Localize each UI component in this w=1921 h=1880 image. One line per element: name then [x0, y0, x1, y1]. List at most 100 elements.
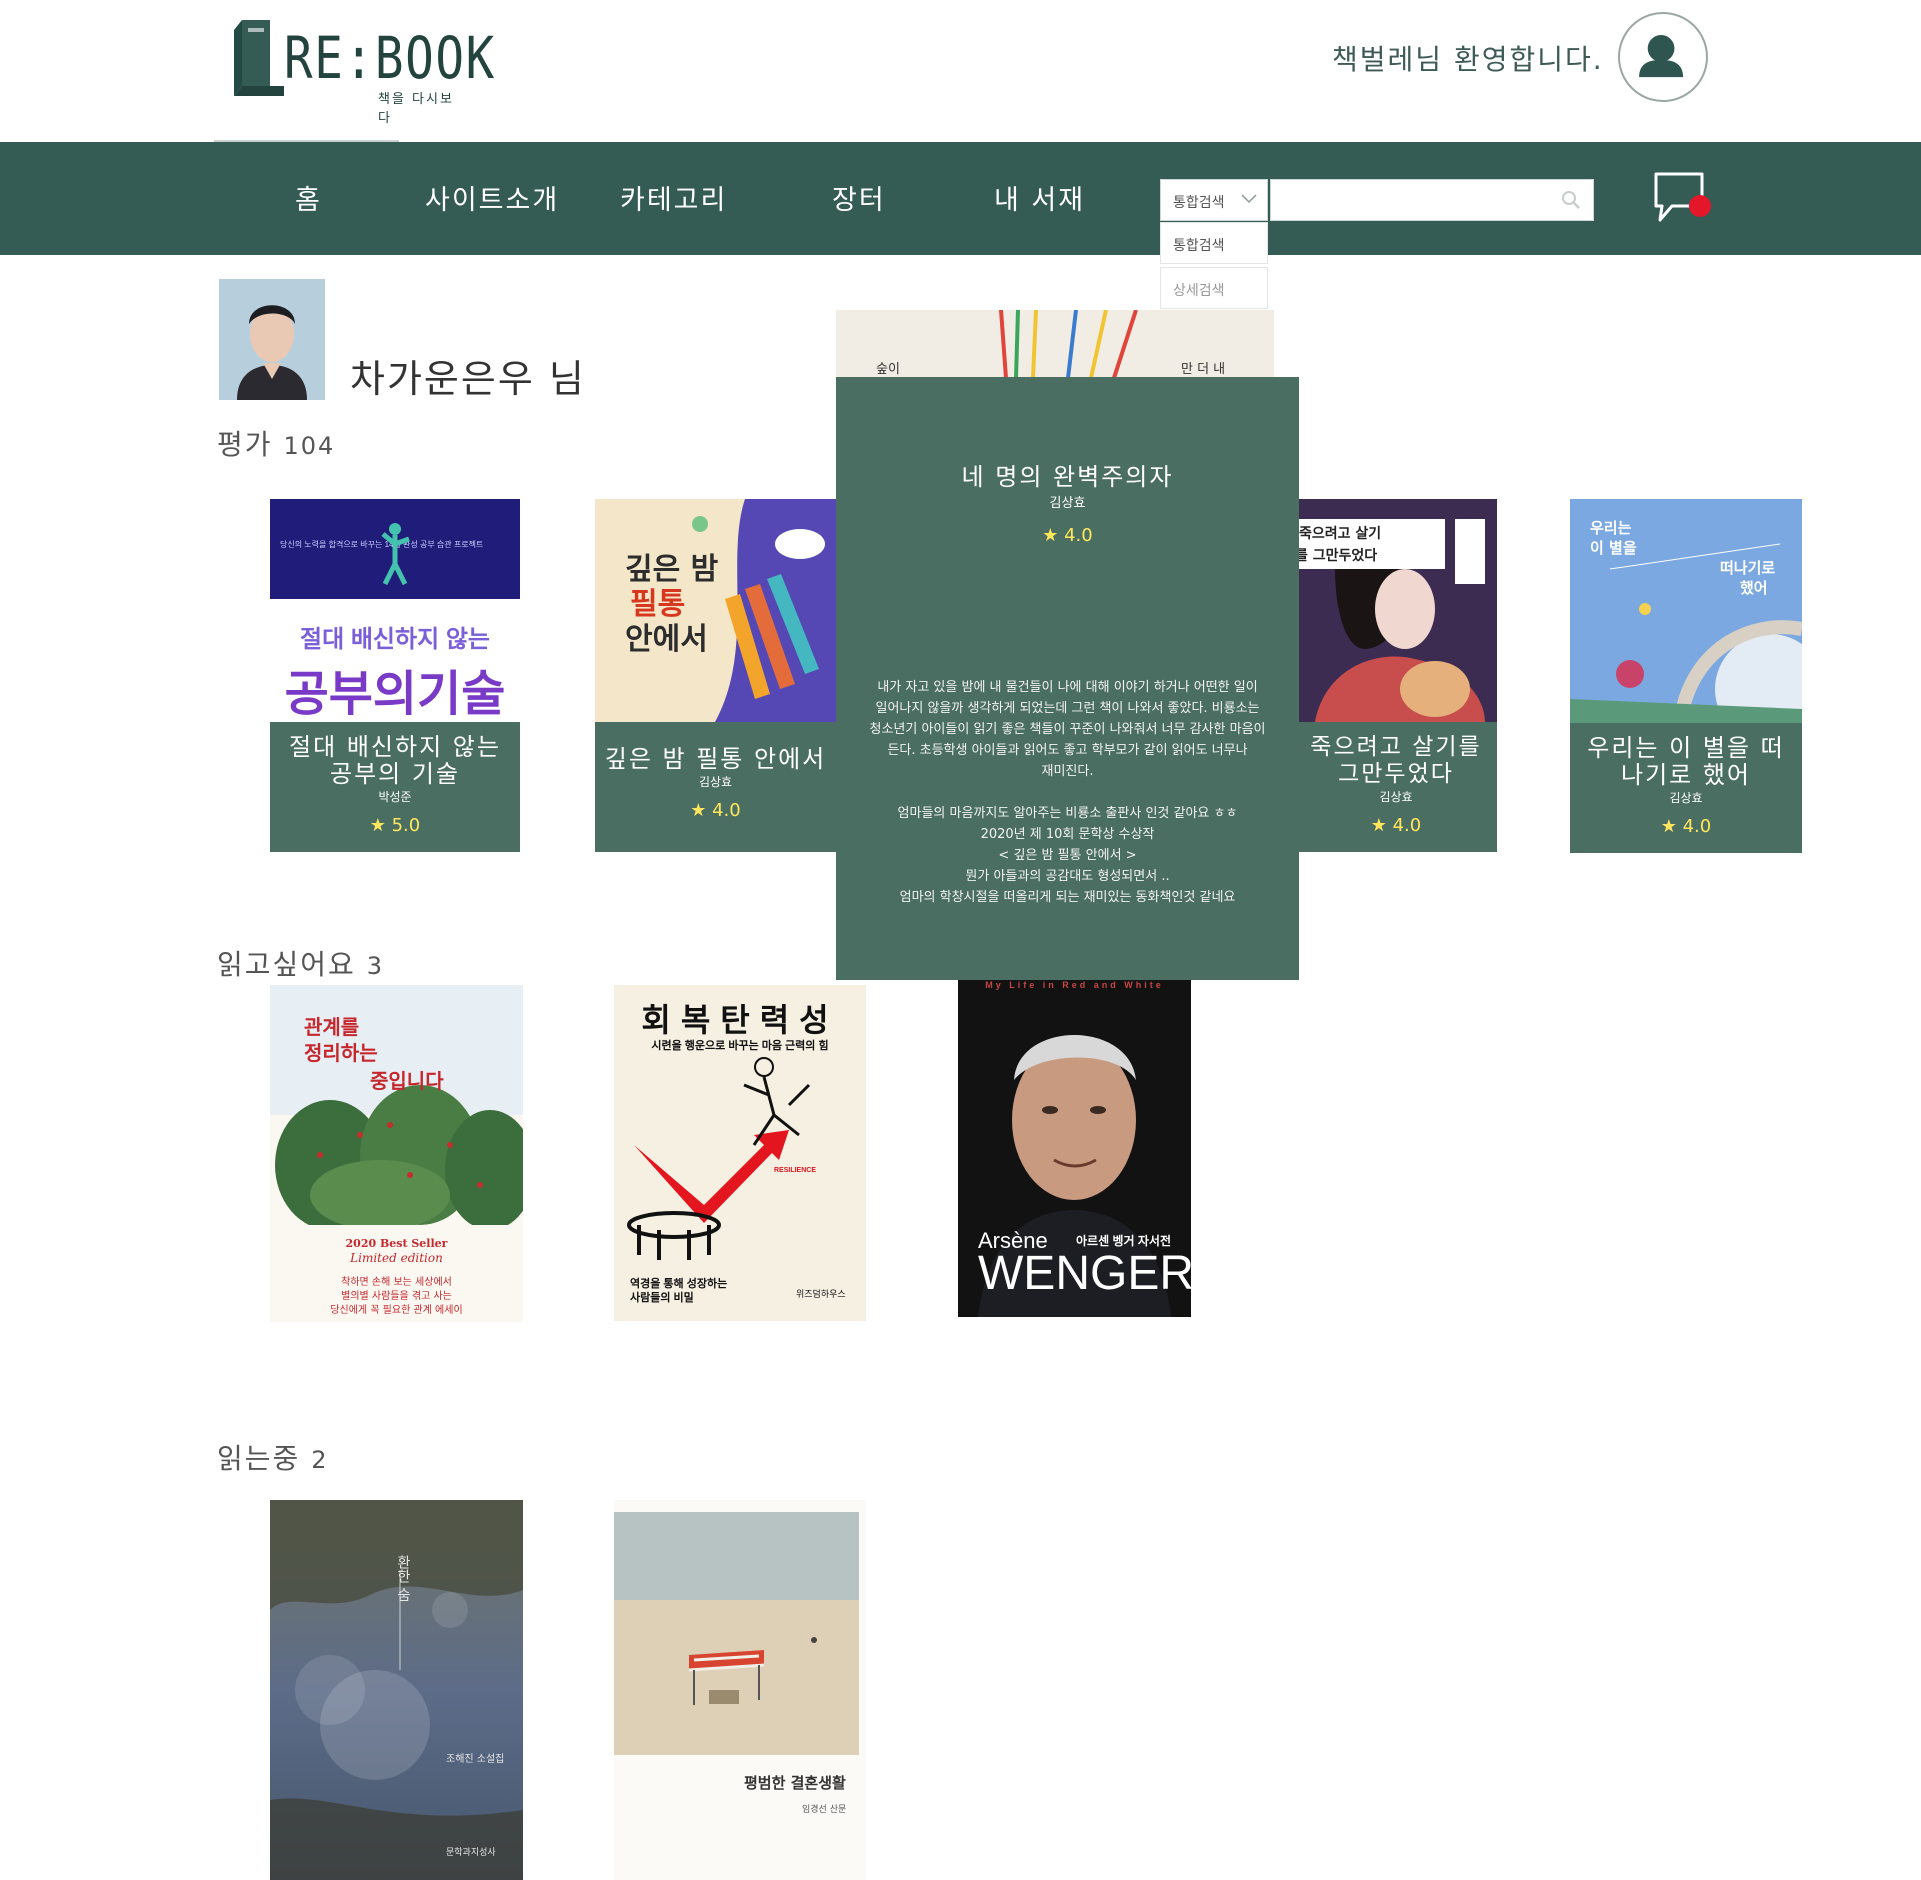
book-rating: ★ 4.0 — [1660, 816, 1712, 837]
notification-dot — [1689, 195, 1711, 217]
book-caption: 절대 배신하지 않는 공부의 기술 박성준 ★ 5.0 — [270, 722, 520, 852]
cover-title-line2: 이 별을 — [1590, 539, 1637, 557]
logo-text: RE:BOOK — [284, 24, 496, 92]
book-title: 절대 배신하지 않는 공부의 기술 — [289, 733, 501, 788]
rated-book-card[interactable]: 당신의 노력을 합격으로 바꾸는 14일 완성 공부 습관 프로젝트 절대 배신… — [270, 499, 520, 852]
user-profile-button[interactable] — [1618, 12, 1708, 102]
review-line: 뭔가 아들과의 공감대도 형성되면서 .. — [965, 869, 1170, 884]
book-rating: ★ 5.0 — [369, 815, 421, 836]
search-option-integrated[interactable]: 통합검색 — [1160, 222, 1268, 264]
rated-count: 104 — [283, 432, 336, 460]
site-logo[interactable]: RE:BOOK 책을 다시보다 — [228, 12, 494, 126]
book-hover-detail-panel[interactable]: 네 명의 완벽주의자 김상효 ★ 4.0 내가 자고 있을 밤에 내 물건들이 … — [836, 377, 1299, 980]
book-author: 김상효 — [1669, 791, 1703, 805]
cover-author: 조해진 소설집 — [446, 1754, 505, 1765]
review-line: < 깊은 밤 필통 안에서 > — [998, 848, 1137, 863]
cover-title-line3: 떠나기로 — [1720, 559, 1776, 577]
cover-title-line2: 공부의기술 — [284, 668, 506, 721]
hovered-book-cover: 숲이 만 더 내 — [836, 310, 1274, 378]
want-book-card[interactable]: 회복탄력성 시련을 행운으로 바꾸는 마음 근력의 힘 RESILIENCE 역… — [614, 985, 866, 1321]
cover-tagline: 별의별 사람들을 겪고 사는 — [341, 1291, 452, 1302]
book-cover: 죽으려고 살기 를 그만두었다 — [1295, 499, 1497, 722]
reading-book-card[interactable]: 평범한 결혼생활 임경선 산문 — [614, 1500, 866, 1880]
book-cover: 깊은 밤 필통 안에서 — [595, 499, 836, 722]
review-line: 재미진다. — [1041, 764, 1094, 779]
cover-title-line2: 를 그만두었다 — [1295, 548, 1378, 564]
book-rating: ★ 4.0 — [1370, 815, 1422, 836]
cover-bottom-line2: 사람들의 비밀 — [630, 1292, 694, 1304]
rated-book-card[interactable]: 깊은 밤 필통 안에서 깊은 밤 필통 안에서 김상효 ★ 4.0 — [595, 499, 836, 852]
book-caption: 우리는 이 별을 떠나기로 했어 김상효 ★ 4.0 — [1570, 723, 1802, 853]
review-line: 든다. 초등학생 아이들과 읽어도 좋고 학부모가 같이 읽어도 너무나 — [887, 743, 1248, 758]
cover-korean-title: 아르센 벵거 자서전 — [1076, 1234, 1171, 1248]
reading-count: 2 — [311, 1446, 329, 1474]
want-book-card[interactable]: 관계를 정리하는 중입니다 2020 Best Seller Limited e… — [270, 985, 523, 1322]
nav-my-library[interactable]: 내 서재 — [994, 178, 1085, 217]
cover-title-line1: 우리는 — [1590, 519, 1632, 537]
cover-badge-sub: Limited edition — [350, 1251, 443, 1265]
search-input[interactable] — [1271, 180, 1593, 220]
rated-book-card[interactable]: 죽으려고 살기 를 그만두었다 죽으려고 살기를 그만두었다 김상효 ★ 4.0 — [1295, 499, 1497, 852]
cover-tagline: My Life in Red and White — [985, 980, 1164, 990]
chat-bubble-icon[interactable] — [1650, 168, 1712, 230]
cover-title-line3: 안에서 — [625, 622, 708, 657]
nav-home[interactable]: 홈 — [295, 178, 322, 217]
search-type-select[interactable]: 통합검색 — [1160, 179, 1268, 221]
cover-english: RESILIENCE — [774, 1167, 817, 1174]
cover-publisher: 위즈덤하우스 — [796, 1289, 846, 1299]
cover-badge: 2020 Best Seller — [345, 1237, 448, 1250]
cover-name-last: WENGER — [978, 1247, 1191, 1300]
hover-book-rating: ★ 4.0 — [1042, 525, 1093, 546]
hover-book-title: 네 명의 완벽주의자 — [961, 463, 1174, 491]
book-title: 죽으려고 살기를 그만두었다 — [1310, 734, 1482, 787]
nav-market[interactable]: 장터 — [832, 178, 886, 217]
cover-title-line1: 절대 배신하지 않는 — [300, 626, 490, 653]
cover-tagline: 착하면 손해 보는 세상에서 — [341, 1277, 452, 1288]
cover-title: 평범한 결혼생활 — [744, 1774, 846, 1792]
main-nav-bar — [0, 142, 1921, 255]
reading-label: 읽는중 — [217, 1442, 301, 1475]
review-line — [846, 782, 1289, 803]
want-count: 3 — [366, 952, 384, 980]
want-section-title: 읽고싶어요 3 — [217, 943, 384, 983]
rated-book-card[interactable]: 우리는 이 별을 떠나기로 했어 우리는 이 별을 떠나기로 했어 김상효 ★ … — [1570, 499, 1802, 853]
cover-tagline: 당신에게 꼭 필요한 관계 에세이 — [330, 1305, 463, 1316]
book-caption: 깊은 밤 필통 안에서 김상효 ★ 4.0 — [595, 722, 836, 852]
search-box — [1270, 179, 1594, 221]
cover-title-line1: 관계를 — [304, 1015, 360, 1039]
cover-text-left: 숲이 — [876, 362, 900, 377]
book-cover: 당신의 노력을 합격으로 바꾸는 14일 완성 공부 습관 프로젝트 절대 배신… — [270, 499, 520, 722]
cover-title-line4: 했어 — [1740, 579, 1768, 597]
search-icon[interactable] — [1560, 189, 1582, 211]
cover-text-right: 만 더 내 — [1181, 362, 1226, 377]
book-caption: 죽으려고 살기를 그만두었다 김상효 ★ 4.0 — [1295, 722, 1497, 852]
rated-label: 평가 — [217, 428, 273, 461]
cover-title-line2: 정리하는 — [304, 1041, 378, 1065]
book-cover: 우리는 이 별을 떠나기로 했어 — [1570, 499, 1802, 723]
review-line: 내가 자고 있을 밤에 내 물건들이 나에 대해 이야기 하거나 어떤한 일이 — [877, 680, 1258, 695]
book-title: 깊은 밤 필통 안에서 — [604, 745, 827, 773]
want-book-card[interactable]: My Life in Red and White Arsène WENGER 아… — [958, 980, 1191, 1317]
welcome-message: 책벌레님 환영합니다. — [1332, 43, 1604, 76]
book-author: 박성준 — [378, 790, 412, 804]
book-logo-icon — [234, 20, 284, 96]
cover-illustration — [614, 1500, 866, 1880]
nav-category[interactable]: 카테고리 — [620, 178, 727, 217]
cover-title: 회복탄력성 — [641, 1002, 839, 1038]
hover-book-review: 내가 자고 있을 밤에 내 물건들이 나에 대해 이야기 하거나 어떤한 일이 … — [846, 677, 1289, 908]
nav-about[interactable]: 사이트소개 — [425, 178, 559, 217]
review-line: 엄마의 학창시절을 떠올리게 되는 재미있는 동화책인것 같네요 — [899, 890, 1236, 905]
review-line: 일어나지 않을까 생각하게 되었는데 그런 책이 나와서 좋았다. 비룡소는 — [875, 701, 1260, 716]
book-title: 우리는 이 별을 떠나기로 했어 — [1587, 734, 1785, 789]
profile-photo — [219, 279, 325, 400]
review-line: 청소년기 아이들이 읽기 좋은 책들이 꾸준이 나와줘서 너무 감사한 마음이 — [869, 722, 1266, 737]
chevron-down-icon — [1241, 194, 1257, 204]
book-author: 김상효 — [698, 775, 733, 789]
hover-book-author: 김상효 — [1049, 496, 1086, 511]
cover-title-line3: 중입니다 — [370, 1069, 444, 1093]
cover-figure — [381, 523, 410, 586]
reading-book-card[interactable]: 환한 숨 조해진 소설집 문학과지성사 — [270, 1500, 523, 1880]
rated-section-title: 평가 104 — [217, 423, 335, 463]
search-option-detailed[interactable]: 상세검색 — [1160, 267, 1268, 309]
search-type-value: 통합검색 — [1173, 195, 1225, 211]
